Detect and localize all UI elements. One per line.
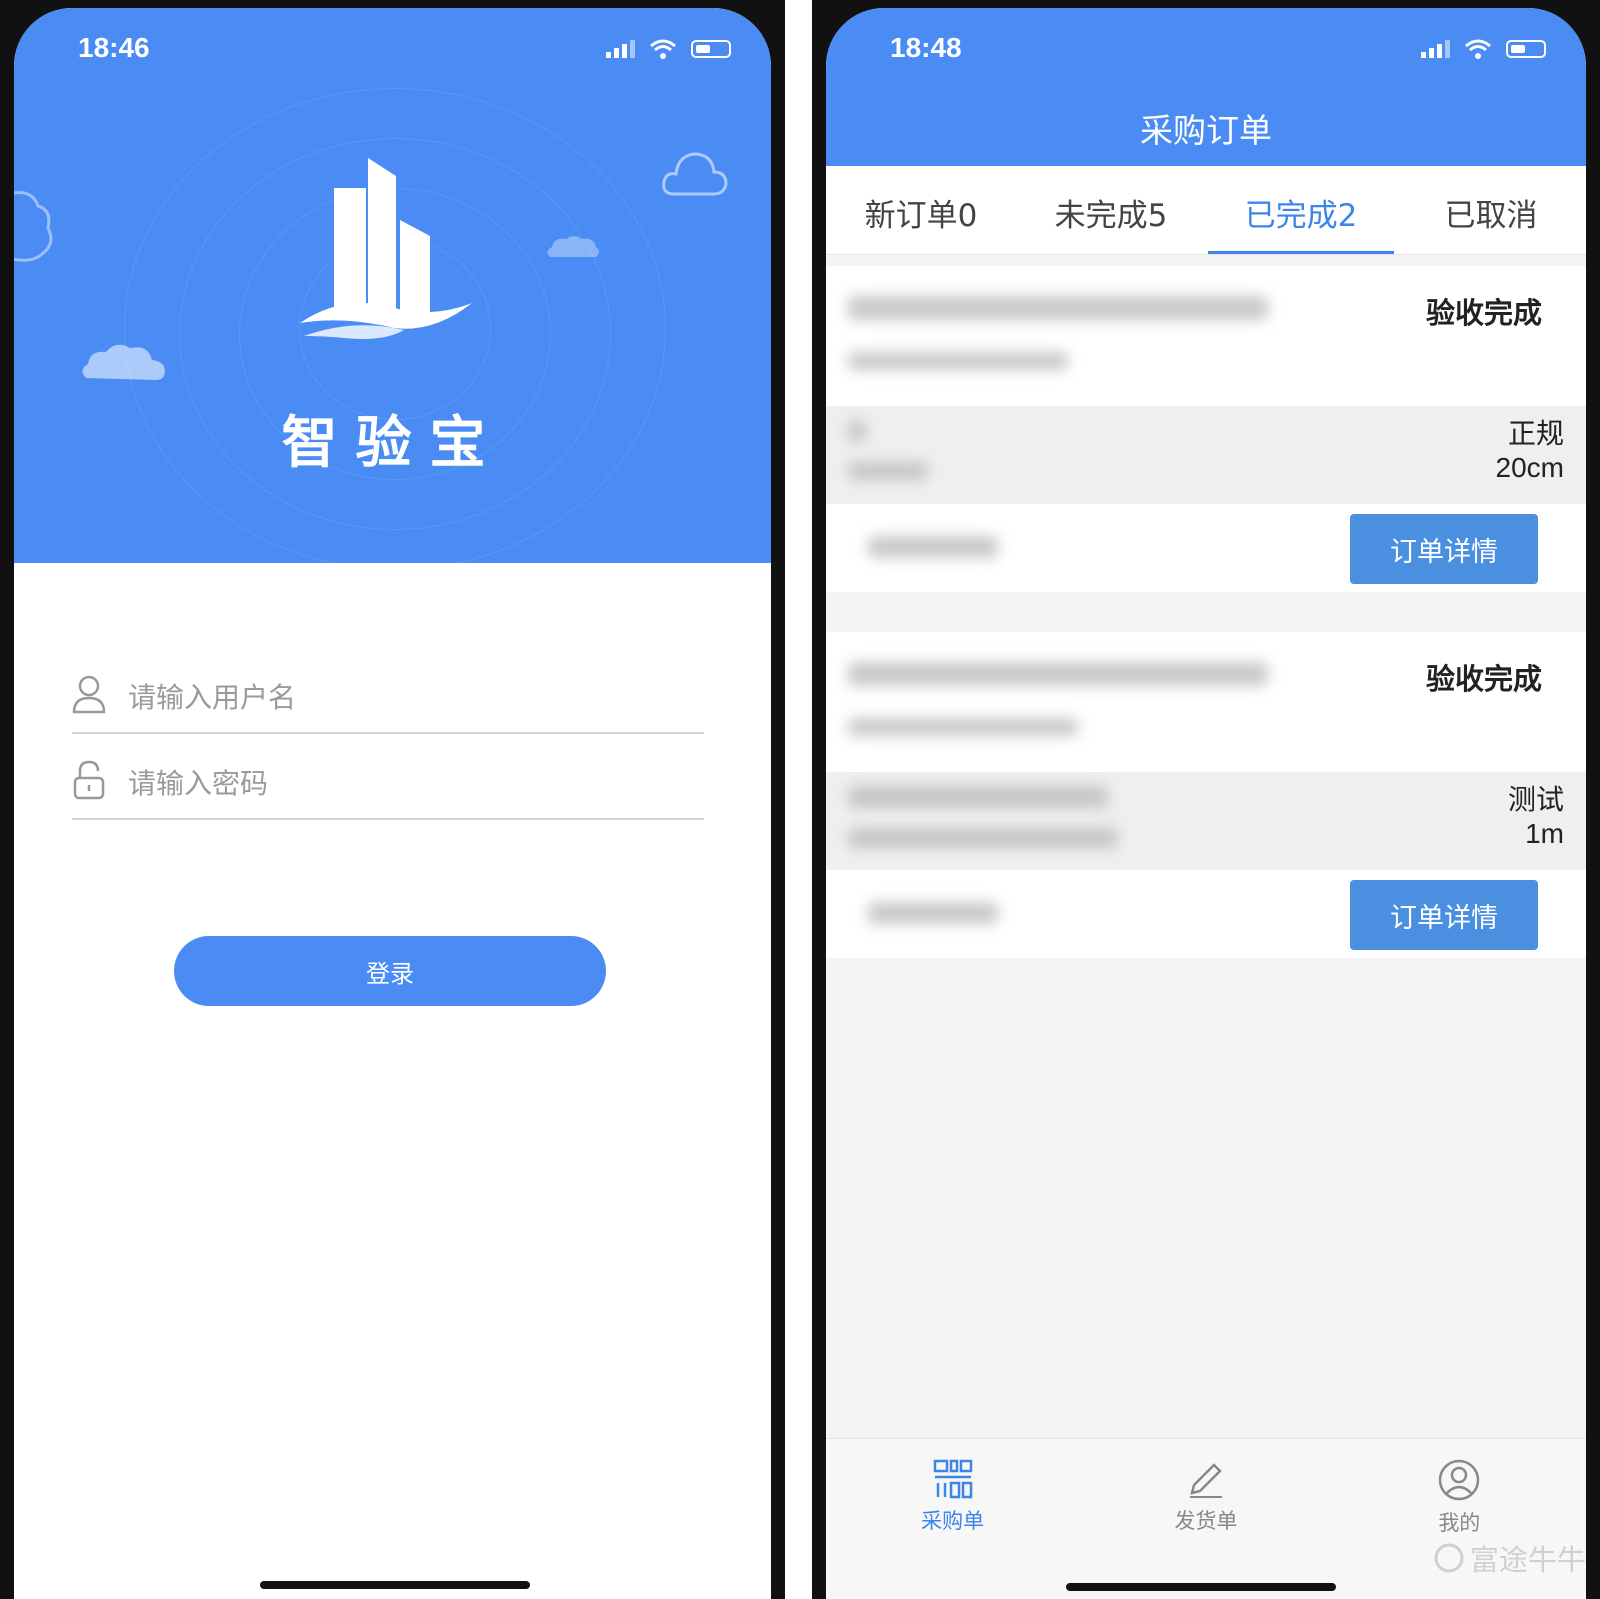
purchase-order-icon [933,1459,972,1499]
tabbar-label: 采购单 [921,1509,985,1533]
wifi-icon [1465,39,1491,59]
login-button[interactable]: 登录 [174,936,606,1006]
page-title: 采购订单 [1140,111,1272,150]
username-input[interactable]: 请输入用户名 [128,676,296,716]
order-status: 验收完成 [1425,662,1542,696]
tab-completed[interactable]: 已完成2 [1206,166,1396,254]
cloud-icon [547,236,599,257]
tabbar-label: 发货单 [1174,1509,1238,1533]
cellular-signal-icon [1421,40,1450,58]
status-bar: 18:46 [14,8,771,98]
tab-new-orders[interactable]: 新订单0 [826,166,1016,254]
tabbar-purchase-orders[interactable]: 采购单 [826,1439,1079,1599]
password-field[interactable]: 请输入密码 [72,732,704,820]
cloud-icon [14,191,53,262]
login-screen: 智验宝 18:46 请输入用户名 请输入密码 登录 [14,8,771,1599]
cellular-signal-icon [606,40,635,58]
status-time: 18:46 [78,32,150,63]
building-logo-icon [300,158,472,339]
app-logo [284,158,474,347]
user-icon [72,675,106,714]
home-indicator [260,1581,530,1589]
watermark-text: 富途牛牛 [1469,1543,1586,1577]
wifi-icon [650,39,676,59]
app-name: 智验宝 [281,411,504,476]
lock-icon [73,760,105,800]
order-tabs: 新订单0 未完成5 已完成2 已取消 [826,166,1586,255]
order-type: 测试 [1507,783,1564,816]
battery-icon [1506,40,1546,58]
order-status: 验收完成 [1425,296,1542,330]
order-card: 验收完成 测试 1m 订单详情 [826,632,1586,958]
orders-phone: 采购订单 18:48 新订单0 未完成5 已完成2 已取消 验收完成 正规 20… [812,0,1600,1599]
login-phone: 智验宝 18:46 请输入用户名 请输入密码 登录 [0,0,785,1599]
order-detail-button[interactable]: 订单详情 [1350,880,1538,950]
user-profile-icon [1439,1459,1480,1501]
username-field[interactable]: 请输入用户名 [72,646,704,734]
home-indicator [1066,1583,1336,1591]
order-size: 20cm [1495,452,1564,483]
battery-icon [691,40,731,58]
tabbar-label: 我的 [1438,1511,1481,1535]
orders-screen: 采购订单 18:48 新订单0 未完成5 已完成2 已取消 验收完成 正规 20… [826,8,1586,1599]
tab-cancelled[interactable]: 已取消 [1396,166,1586,254]
tabbar-shipping-orders[interactable]: 发货单 [1079,1439,1332,1599]
password-input[interactable]: 请输入密码 [128,762,268,802]
watermark: 富途牛牛 [1434,1537,1586,1579]
order-size: 1m [1525,818,1564,849]
futu-logo-icon [1434,1543,1464,1573]
status-bar: 18:48 [826,8,1586,98]
status-time: 18:48 [890,32,962,63]
order-card: 验收完成 正规 20cm 订单详情 [826,266,1586,592]
order-detail-button[interactable]: 订单详情 [1350,514,1538,584]
cloud-icon [662,152,728,196]
pencil-icon [1189,1463,1222,1498]
order-type: 正规 [1507,417,1564,450]
tab-incomplete[interactable]: 未完成5 [1016,166,1206,254]
cloud-icon [82,344,165,380]
